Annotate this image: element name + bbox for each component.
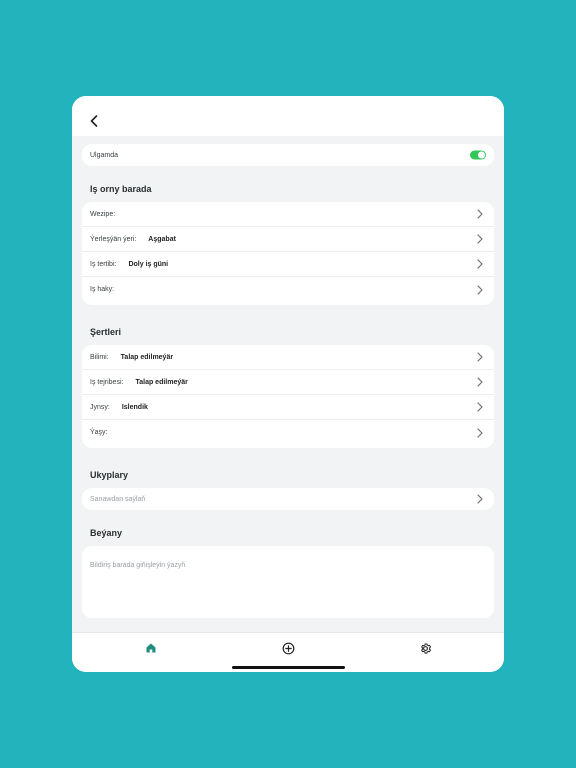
salary-row[interactable]: Iş haky: xyxy=(82,277,494,302)
chevron-right-icon xyxy=(477,402,483,412)
statement-section-title: Beýany xyxy=(90,528,123,538)
education-value: Talap edilmeýär xyxy=(120,353,174,361)
skills-select[interactable]: Sanawdan saýlaň xyxy=(82,488,494,510)
online-label: Ulgamda xyxy=(90,151,119,159)
statement-placeholder: Bildiriş barada giňişleýin ýazyň xyxy=(90,562,186,569)
position-label: Wezipe: xyxy=(90,210,116,218)
location-value: Aşgabat xyxy=(148,235,176,243)
location-row[interactable]: Ýerleşýän ýeri: Aşgabat xyxy=(82,227,494,252)
gear-icon xyxy=(420,642,431,654)
schedule-value: Doly iş güni xyxy=(128,260,169,268)
schedule-row[interactable]: Iş tertibi: Doly iş güni xyxy=(82,252,494,277)
chevron-right-icon xyxy=(477,377,483,387)
chevron-right-icon xyxy=(477,234,483,244)
online-toggle[interactable] xyxy=(470,150,486,160)
chevron-right-icon xyxy=(477,352,483,362)
tab-home[interactable] xyxy=(144,641,158,655)
experience-row[interactable]: Iş tejribesi: Talap edilmeýär xyxy=(82,370,494,395)
position-row[interactable]: Wezipe: xyxy=(82,202,494,227)
app-screen: Ulgamda Iş orny barada Wezipe: Ýerleşýän… xyxy=(72,96,504,672)
gender-row[interactable]: Jynsy: Islendik xyxy=(82,395,494,420)
form-content: Ulgamda Iş orny barada Wezipe: Ýerleşýän… xyxy=(72,136,504,632)
online-card: Ulgamda xyxy=(82,144,494,166)
schedule-label: Iş tertibi: xyxy=(90,260,117,268)
experience-label: Iş tejribesi: xyxy=(90,378,124,386)
job-card: Wezipe: Ýerleşýän ýeri: Aşgabat Iş terti… xyxy=(82,202,494,305)
age-row[interactable]: Ýaşy: xyxy=(82,420,494,445)
tab-settings[interactable] xyxy=(418,641,432,655)
chevron-right-icon xyxy=(477,427,483,438)
skills-section-title: Ukyplary xyxy=(90,470,129,480)
skills-placeholder: Sanawdan saýlaň xyxy=(90,495,146,503)
tab-add[interactable] xyxy=(281,641,295,655)
statement-textarea[interactable]: Bildiriş barada giňişleýin ýazyň xyxy=(82,546,494,618)
back-button[interactable] xyxy=(86,113,102,129)
top-bar xyxy=(72,96,504,136)
chevron-left-icon xyxy=(90,115,98,127)
home-icon xyxy=(146,643,156,653)
job-section-title: Iş orny barada xyxy=(90,184,152,194)
location-label: Ýerleşýän ýeri: xyxy=(90,235,137,243)
education-row[interactable]: Bilimi: Talap edilmeýär xyxy=(82,345,494,370)
gender-value: Islendik xyxy=(121,403,148,411)
online-row: Ulgamda xyxy=(82,144,494,166)
skills-card: Sanawdan saýlaň xyxy=(82,488,494,510)
gender-label: Jynsy: xyxy=(90,403,110,411)
experience-value: Talap edilmeýär xyxy=(135,378,188,386)
chevron-right-icon xyxy=(477,284,483,295)
chevron-right-icon xyxy=(477,259,483,269)
education-label: Bilimi: xyxy=(90,353,109,361)
conditions-card: Bilimi: Talap edilmeýär Iş tejribesi: Ta… xyxy=(82,345,494,448)
chevron-right-icon xyxy=(477,209,483,219)
home-indicator xyxy=(232,666,345,669)
salary-label: Iş haky: xyxy=(90,286,115,293)
age-label: Ýaşy: xyxy=(90,429,108,436)
conditions-section-title: Şertleri xyxy=(90,327,122,337)
chevron-right-icon xyxy=(477,494,483,504)
bottom-nav xyxy=(72,632,504,672)
add-circle-icon xyxy=(282,642,294,654)
